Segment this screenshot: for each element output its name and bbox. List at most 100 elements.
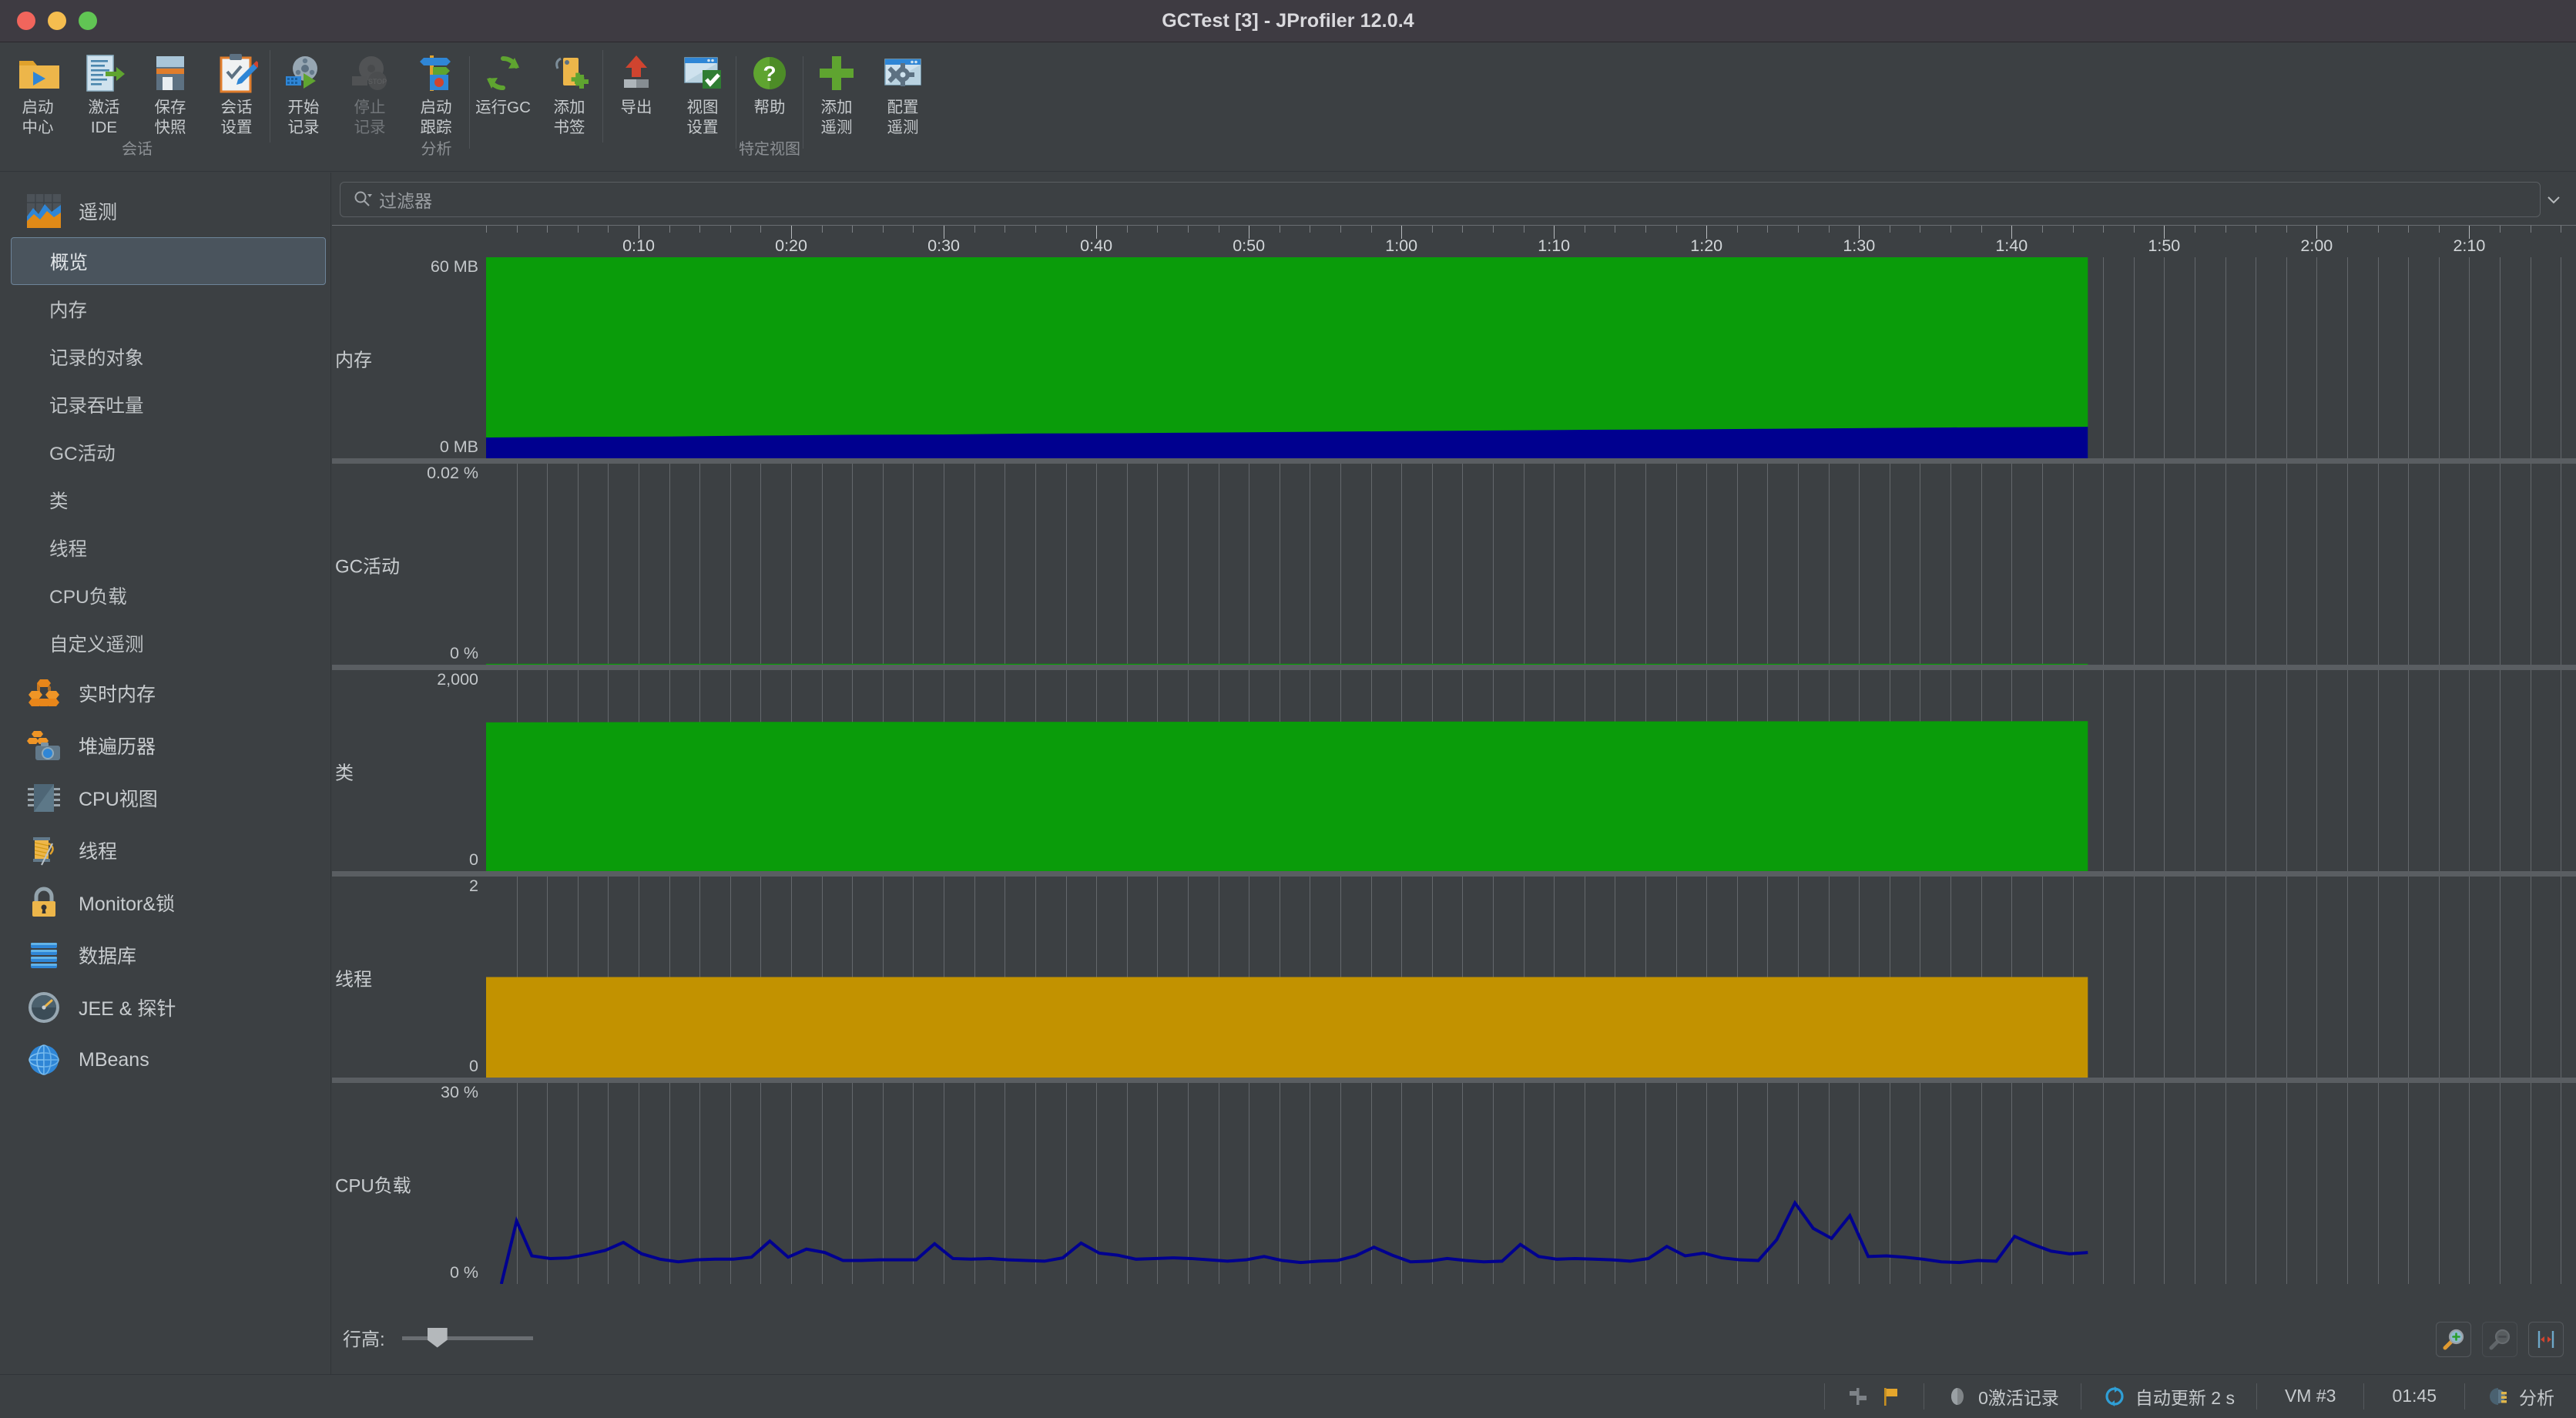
y-axis-min-label: 0 — [469, 850, 478, 870]
axis-minor-tick — [1767, 226, 1768, 233]
maximize-window-button[interactable] — [79, 12, 97, 30]
chart-area-活动线程 — [486, 977, 2088, 1078]
sidebar-item-label: 自定义遥测 — [49, 630, 144, 657]
axis-tick-label: 0:40 — [1080, 236, 1112, 256]
view-settings-button[interactable]: 视图 设置 — [669, 49, 736, 135]
sidebar-section-telemetry[interactable]: 遥测 — [0, 185, 330, 237]
export-icon — [615, 52, 658, 95]
elapsed-time: 01:45 — [2375, 1386, 2454, 1406]
sidebar-section-databases[interactable]: 数据库 — [0, 929, 330, 981]
axis-tick-label: 0:10 — [622, 236, 655, 256]
toolbar-group-2: 开始 记录STOP停止 记录启动 跟踪运行GC添加 书签分析 — [270, 42, 602, 172]
fit-to-window-button[interactable] — [2528, 1322, 2564, 1357]
sidebar-section-threads[interactable]: 线程 — [0, 824, 330, 877]
chart-row-divider[interactable] — [332, 871, 2576, 877]
axis-minor-tick — [1127, 226, 1128, 233]
sidebar-section-monitor-lock[interactable]: Monitor&锁 — [0, 877, 330, 929]
session-settings-button[interactable]: 会话 设置 — [203, 49, 270, 135]
sidebar-item-GC活动[interactable]: GC活动 — [11, 428, 326, 476]
zoom-in-button[interactable] — [2436, 1322, 2471, 1357]
row-height-slider[interactable] — [402, 1326, 533, 1349]
save-snapshot-button[interactable]: 保存 快照 — [137, 49, 203, 135]
sidebar-section-label: 线程 — [79, 836, 117, 864]
status-bookmark-group[interactable] — [1836, 1375, 1913, 1418]
help-button[interactable]: ?帮助 — [736, 49, 803, 135]
y-axis-max-label: 2 — [469, 877, 478, 896]
axis-minor-tick — [2134, 226, 2135, 233]
run-gc-icon — [481, 52, 525, 95]
sidebar-item-线程[interactable]: 线程 — [11, 524, 326, 572]
profiling-status[interactable]: 分析 — [2476, 1375, 2565, 1418]
chart-panel-title: GC活动 — [335, 551, 400, 578]
axis-tick-label: 1:00 — [1385, 236, 1417, 256]
chart-row-divider[interactable] — [332, 665, 2576, 670]
axis-tick-label: 1:20 — [1690, 236, 1722, 256]
chart-plot-area[interactable] — [486, 464, 2576, 665]
start-tracking-button[interactable]: 启动 跟踪 — [403, 49, 469, 135]
add-telemetry-button[interactable]: 添加 遥测 — [803, 49, 870, 135]
chart-plot-area[interactable] — [486, 877, 2576, 1078]
search-input[interactable]: 过滤器 — [340, 182, 2541, 217]
heap-walker-icon — [26, 728, 62, 763]
sidebar-section-live-memory[interactable]: 实时内存 — [0, 667, 330, 719]
filter-dropdown-button[interactable] — [2542, 182, 2565, 217]
axis-minor-tick — [517, 226, 518, 233]
start-center-button[interactable]: 启动 中心 — [5, 49, 71, 135]
axis-minor-tick — [1066, 226, 1067, 233]
slider-knob[interactable] — [428, 1328, 448, 1348]
axis-tick-label: 0:20 — [775, 236, 807, 256]
sidebar-item-label: 记录吞吐量 — [49, 391, 144, 418]
sidebar-item-类[interactable]: 类 — [11, 476, 326, 524]
sidebar-item-记录的对象[interactable]: 记录的对象 — [11, 333, 326, 380]
sidebar-section-cpu-views[interactable]: CPU视图 — [0, 772, 330, 824]
axis-minor-tick — [547, 226, 548, 233]
sidebar-item-记录吞吐量[interactable]: 记录吞吐量 — [11, 380, 326, 428]
sidebar-section-label: 数据库 — [79, 941, 136, 969]
slider-track — [402, 1336, 533, 1340]
filter-placeholder: 过滤器 — [379, 186, 432, 213]
sidebar-item-label: 记录的对象 — [49, 344, 144, 370]
zoom-out-button[interactable] — [2482, 1322, 2517, 1357]
add-bookmark-button[interactable]: 添加 书签 — [536, 49, 602, 135]
activate-ide-button[interactable]: 激活 IDE — [71, 49, 137, 135]
sidebar-item-CPU负载[interactable]: CPU负载 — [11, 572, 326, 619]
chart-plot-area[interactable] — [486, 670, 2576, 871]
chart-row-divider[interactable] — [332, 1078, 2576, 1083]
auto-refresh-text: 自动更新 2 s — [2135, 1383, 2235, 1410]
sidebar-item-概览[interactable]: 概览 — [11, 237, 326, 285]
vm-indicator: VM #3 — [2268, 1386, 2353, 1406]
minimize-window-button[interactable] — [48, 12, 66, 30]
chart-series-svg — [486, 1083, 2576, 1284]
export-button[interactable]: 导出 — [603, 49, 669, 135]
axis-minor-tick — [2500, 226, 2501, 233]
help-icon: ? — [748, 52, 791, 95]
sidebar-item-内存[interactable]: 内存 — [11, 285, 326, 333]
chart-plot-area[interactable] — [486, 1083, 2576, 1284]
axis-tick-label: 0:30 — [927, 236, 960, 256]
axis-minor-tick — [608, 226, 609, 233]
axis-minor-tick — [699, 226, 700, 233]
databases-icon — [26, 937, 62, 973]
y-axis-max-label: 60 MB — [431, 257, 478, 277]
axis-minor-tick — [852, 226, 853, 233]
auto-refresh-status[interactable]: 自动更新 2 s — [2092, 1375, 2246, 1418]
navigation-sidebar[interactable]: 遥测概览内存记录的对象记录吞吐量GC活动类线程CPU负载自定义遥测实时内存堆遍历… — [0, 173, 331, 1374]
start-recording-button[interactable]: 开始 记录 — [270, 49, 337, 135]
axis-minor-tick — [1798, 226, 1799, 233]
recording-status[interactable]: 0激活记录 — [1935, 1375, 2070, 1418]
sidebar-section-heap-walker[interactable]: 堆遍历器 — [0, 719, 330, 772]
chart-plot-area[interactable] — [486, 257, 2576, 458]
sidebar-section-jee-probes[interactable]: JEE & 探针 — [0, 981, 330, 1034]
chart-panel-title: 线程 — [335, 964, 372, 991]
run-gc-button[interactable]: 运行GC — [470, 49, 536, 135]
close-window-button[interactable] — [17, 12, 35, 30]
chevron-down-icon — [2546, 194, 2561, 205]
svg-text:STOP: STOP — [368, 78, 387, 85]
toolbar-button-label: 添加 遥测 — [821, 98, 853, 138]
axis-ticks: 0:100:200:300:400:501:001:101:201:301:40… — [332, 226, 2576, 256]
toolbar-group-items: 开始 记录STOP停止 记录启动 跟踪运行GC添加 书签 — [270, 42, 602, 135]
chart-row-divider[interactable] — [332, 458, 2576, 464]
configure-telemetry-button[interactable]: 配置 遥测 — [870, 49, 936, 135]
sidebar-item-自定义遥测[interactable]: 自定义遥测 — [11, 619, 326, 667]
sidebar-section-mbeans[interactable]: MBeans — [0, 1034, 330, 1086]
